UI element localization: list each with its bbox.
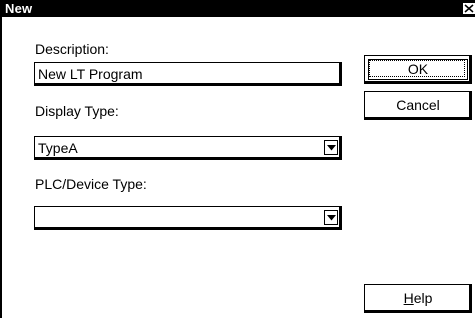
chevron-down-icon — [327, 215, 336, 221]
display-type-select[interactable]: TypeA — [34, 136, 342, 160]
dialog-title: New — [5, 1, 33, 16]
cancel-button[interactable]: Cancel — [364, 91, 472, 120]
plc-device-type-label: PLC/Device Type: — [35, 176, 147, 192]
help-label-rest: elp — [413, 290, 433, 306]
title-bar: New — [2, 0, 475, 17]
description-label: Description: — [35, 41, 109, 57]
display-type-label: Display Type: — [35, 103, 119, 119]
description-value: New LT Program — [38, 66, 143, 82]
ok-button[interactable]: OK — [364, 55, 472, 84]
plc-device-type-dropdown-button[interactable] — [324, 210, 338, 225]
help-button-label: Help — [365, 290, 471, 306]
help-button[interactable]: Help — [364, 284, 472, 313]
plc-device-type-select[interactable] — [34, 206, 342, 230]
help-mnemonic: H — [403, 290, 414, 306]
close-icon — [464, 4, 474, 13]
new-dialog: New Description: New LT Program Display … — [0, 0, 475, 318]
ok-button-label: OK — [407, 61, 429, 77]
display-type-value: TypeA — [38, 140, 78, 156]
close-button[interactable] — [462, 2, 475, 15]
description-input[interactable]: New LT Program — [34, 62, 342, 86]
chevron-down-icon — [327, 145, 336, 151]
display-type-dropdown-button[interactable] — [324, 140, 338, 155]
cancel-button-label: Cancel — [396, 97, 440, 113]
